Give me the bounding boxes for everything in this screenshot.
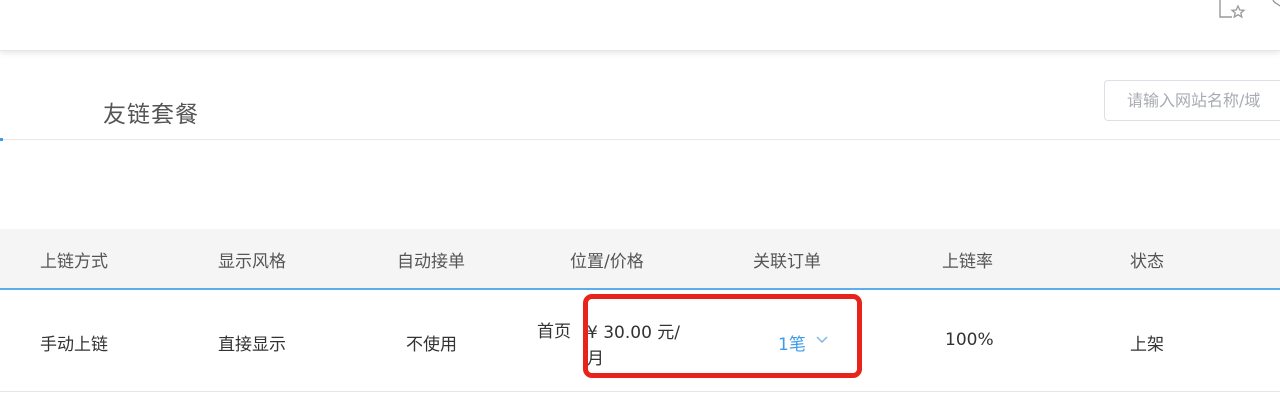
column-header-position-price: 位置/价格 — [570, 252, 644, 272]
cell-status: 上架 — [1130, 335, 1164, 355]
top-bar — [0, 0, 1280, 51]
cell-position: 首页 — [537, 322, 571, 342]
cell-style: 直接显示 — [218, 335, 286, 355]
column-header-rate: 上链率 — [942, 252, 993, 272]
tab-indicator — [0, 138, 3, 141]
cell-auto-accept: 不使用 — [406, 335, 457, 355]
column-header-status: 状态 — [1130, 252, 1164, 272]
related-orders-link[interactable]: 1笔 — [778, 330, 806, 355]
page-title: 友链套餐 — [103, 102, 199, 128]
column-header-auto-accept: 自动接单 — [397, 252, 465, 272]
column-header-method: 上链方式 — [40, 252, 108, 272]
table-row: 手动上链 直接显示 不使用 首页 ¥ 30.00 元/月 1笔 100% 上架 — [0, 290, 1280, 392]
search-input[interactable] — [1104, 80, 1280, 121]
title-divider — [0, 139, 1280, 140]
favorite-page-icon[interactable] — [1214, 0, 1248, 20]
cell-method: 手动上链 — [40, 335, 108, 355]
cell-rate: 100% — [945, 330, 994, 350]
table-header: 上链方式 显示风格 自动接单 位置/价格 关联订单 上链率 状态 — [0, 229, 1280, 290]
chevron-down-icon[interactable] — [815, 335, 829, 345]
cell-price: ¥ 30.00 元/月 — [587, 323, 681, 369]
column-header-orders: 关联订单 — [753, 252, 821, 272]
extension-icon[interactable] — [1266, 0, 1280, 20]
column-header-style: 显示风格 — [218, 252, 286, 272]
